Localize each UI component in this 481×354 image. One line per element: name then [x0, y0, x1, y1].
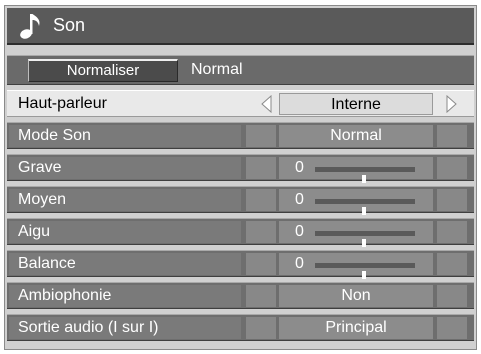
row-divider	[246, 221, 276, 243]
slider-track	[315, 231, 415, 247]
setting-label: Grave	[9, 157, 241, 179]
setting-value: Principal	[279, 317, 433, 339]
slider-knob[interactable]	[362, 175, 366, 183]
setting-label: Moyen	[9, 189, 241, 211]
setting-slider[interactable]: 0	[279, 189, 433, 215]
slider-track	[315, 167, 415, 183]
row-divider	[437, 317, 467, 339]
setting-label: Haut-parleur	[9, 93, 241, 115]
setting-label: Balance	[9, 253, 241, 275]
setting-row-ambiophonie[interactable]: Ambiophonie Non	[7, 282, 474, 309]
row-divider	[246, 317, 276, 339]
row-divider	[246, 125, 276, 147]
arrow-left-icon[interactable]	[259, 95, 275, 113]
setting-label: Mode Son	[9, 125, 241, 147]
normaliser-value: Normal	[191, 61, 243, 78]
setting-label: Ambiophonie	[9, 285, 241, 307]
setting-row-aigu[interactable]: Aigu 0	[7, 218, 474, 247]
row-divider	[437, 253, 467, 275]
slider-value: 0	[295, 255, 304, 272]
music-note-icon	[20, 13, 40, 39]
slider-track	[315, 199, 415, 215]
row-divider	[246, 285, 276, 307]
row-divider	[437, 125, 467, 147]
slider-value: 0	[295, 159, 304, 176]
setting-label: Sortie audio (I sur I)	[9, 317, 241, 339]
slider-knob[interactable]	[362, 239, 366, 247]
row-divider	[437, 285, 467, 307]
menu-title: Son	[53, 15, 86, 35]
row-divider	[437, 221, 467, 243]
setting-value: Non	[279, 285, 433, 307]
setting-slider[interactable]: 0	[279, 157, 433, 183]
row-divider	[246, 253, 276, 275]
menu-title-bar: Son	[7, 8, 474, 45]
arrow-right-icon[interactable]	[443, 95, 459, 113]
setting-value: Normal	[279, 125, 433, 147]
setting-row-grave[interactable]: Grave 0	[7, 154, 474, 183]
row-divider	[437, 189, 467, 211]
slider-knob[interactable]	[362, 271, 366, 279]
setting-value: Interne	[279, 93, 433, 115]
slider-value: 0	[295, 223, 304, 240]
setting-slider[interactable]: 0	[279, 221, 433, 247]
row-divider	[246, 157, 276, 179]
setting-slider[interactable]: 0	[279, 253, 433, 279]
setting-label: Aigu	[9, 221, 241, 243]
setting-row-balance[interactable]: Balance 0	[7, 250, 474, 279]
slider-track	[315, 263, 415, 279]
normaliser-button[interactable]: Normaliser	[28, 59, 178, 82]
row-divider	[246, 189, 276, 211]
normaliser-row: Normaliser Normal	[7, 55, 474, 85]
setting-row-sortie-audio[interactable]: Sortie audio (I sur I) Principal	[7, 314, 474, 341]
sound-menu-panel: Son Normaliser Normal Haut-parleur Inter…	[4, 5, 477, 350]
slider-value: 0	[295, 191, 304, 208]
setting-row-moyen[interactable]: Moyen 0	[7, 186, 474, 215]
setting-row-mode-son[interactable]: Mode Son Normal	[7, 122, 474, 149]
setting-row-haut-parleur[interactable]: Haut-parleur Interne	[7, 90, 474, 117]
slider-knob[interactable]	[362, 207, 366, 215]
row-divider	[437, 157, 467, 179]
